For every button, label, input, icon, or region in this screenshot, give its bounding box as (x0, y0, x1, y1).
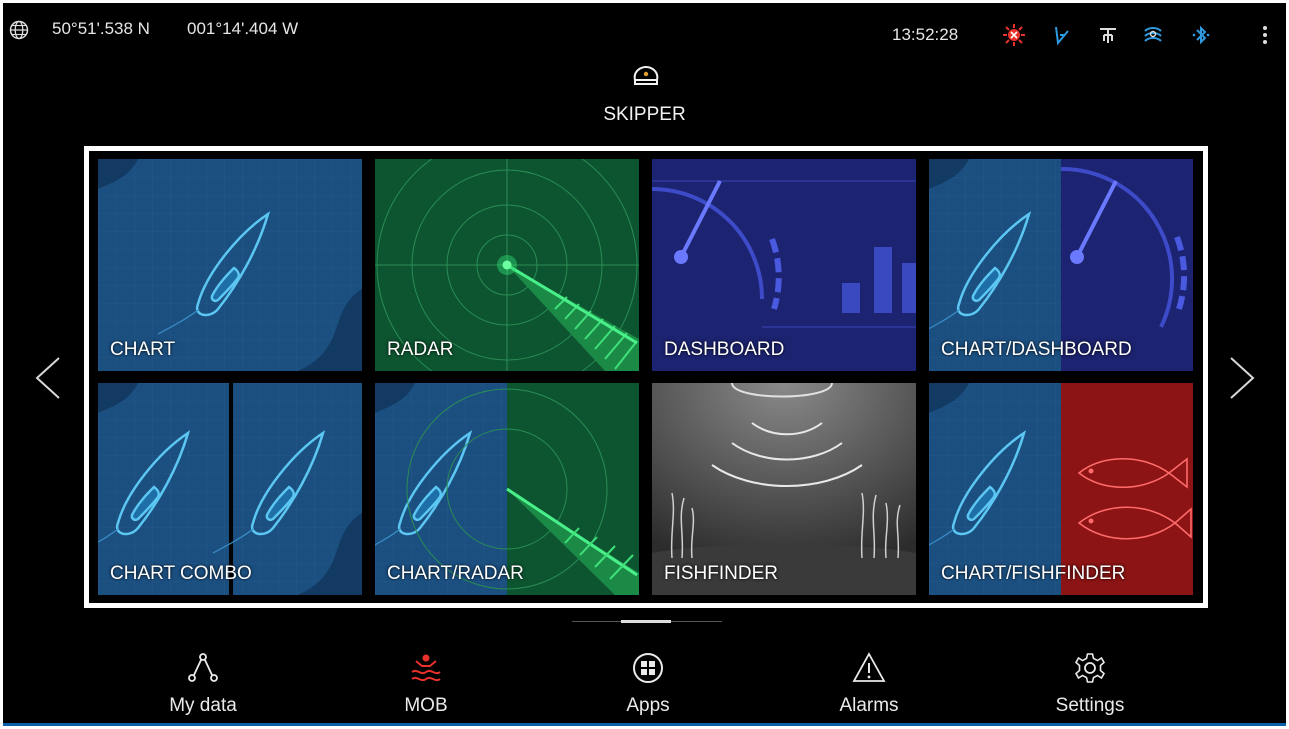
alarms-label: Alarms (839, 695, 899, 716)
autopilot-icon[interactable] (1049, 23, 1073, 47)
settings-button[interactable]: Settings (1020, 651, 1160, 723)
app-tile-chart-dashboard[interactable]: CHART/DASHBOARD (929, 159, 1193, 371)
globe-icon[interactable] (9, 20, 29, 40)
page-indicator-active (621, 620, 671, 623)
app-tile-label: RADAR (387, 339, 454, 360)
bluetooth-icon[interactable] (1189, 23, 1213, 47)
warning-triangle-icon (852, 652, 886, 682)
my-data-label: My data (169, 695, 237, 716)
alarms-button[interactable]: Alarms (799, 651, 939, 723)
my-data-button[interactable]: My data (133, 651, 273, 723)
app-grid: CHART RADAR DASHBOARD CHART/DASHBOARD CH… (84, 146, 1208, 608)
apps-button[interactable]: Apps (578, 651, 718, 723)
app-tile-label: CHART/FISHFINDER (941, 563, 1126, 584)
sonar-icon[interactable] (1141, 23, 1165, 47)
apps-grid-icon (633, 653, 663, 683)
captain-hat-icon[interactable] (631, 65, 661, 89)
settings-label: Settings (1055, 695, 1125, 716)
app-tile-chart-radar[interactable]: CHART/RADAR (375, 383, 639, 595)
app-tile-chart-fishfinder[interactable]: CHART/FISHFINDER (929, 383, 1193, 595)
app-tile-fishfinder[interactable]: FISHFINDER (652, 383, 916, 595)
ais-icon[interactable] (1096, 23, 1120, 47)
chevron-left-icon[interactable] (33, 356, 63, 400)
more-options-icon[interactable] (1253, 23, 1277, 47)
app-tile-label: CHART COMBO (110, 563, 252, 584)
app-tile-label: FISHFINDER (664, 563, 778, 584)
app-tile-label: CHART/DASHBOARD (941, 339, 1132, 360)
apps-label: Apps (626, 695, 670, 716)
app-tile-dashboard[interactable]: DASHBOARD (652, 159, 916, 371)
app-tile-chart[interactable]: CHART (98, 159, 362, 371)
latitude-readout: 50°51'.538 N (52, 19, 150, 38)
longitude-readout: 001°14'.404 W (187, 19, 299, 38)
my-data-icon (188, 653, 218, 682)
profile-name[interactable]: SKIPPER (3, 104, 1286, 126)
app-tile-chart-combo[interactable]: CHART COMBO (98, 383, 362, 595)
app-tile-label: CHART/RADAR (387, 563, 524, 584)
plotter-screen: 50°51'.538 N 001°14'.404 W 13:52:28 SKIP… (3, 3, 1286, 726)
mob-button[interactable]: MOB (356, 651, 496, 723)
app-tile-radar[interactable]: RADAR (375, 159, 639, 371)
clock: 13:52:28 (892, 25, 959, 44)
gear-icon (1074, 653, 1106, 683)
app-tile-label: DASHBOARD (664, 339, 785, 360)
status-bar: 50°51'.538 N 001°14'.404 W 13:52:28 (3, 3, 1286, 57)
man-overboard-icon (411, 654, 441, 682)
mob-label: MOB (404, 695, 448, 716)
app-tile-label: CHART (110, 339, 176, 360)
chevron-right-icon[interactable] (1227, 356, 1257, 400)
gps-warning-icon[interactable] (1002, 23, 1026, 47)
